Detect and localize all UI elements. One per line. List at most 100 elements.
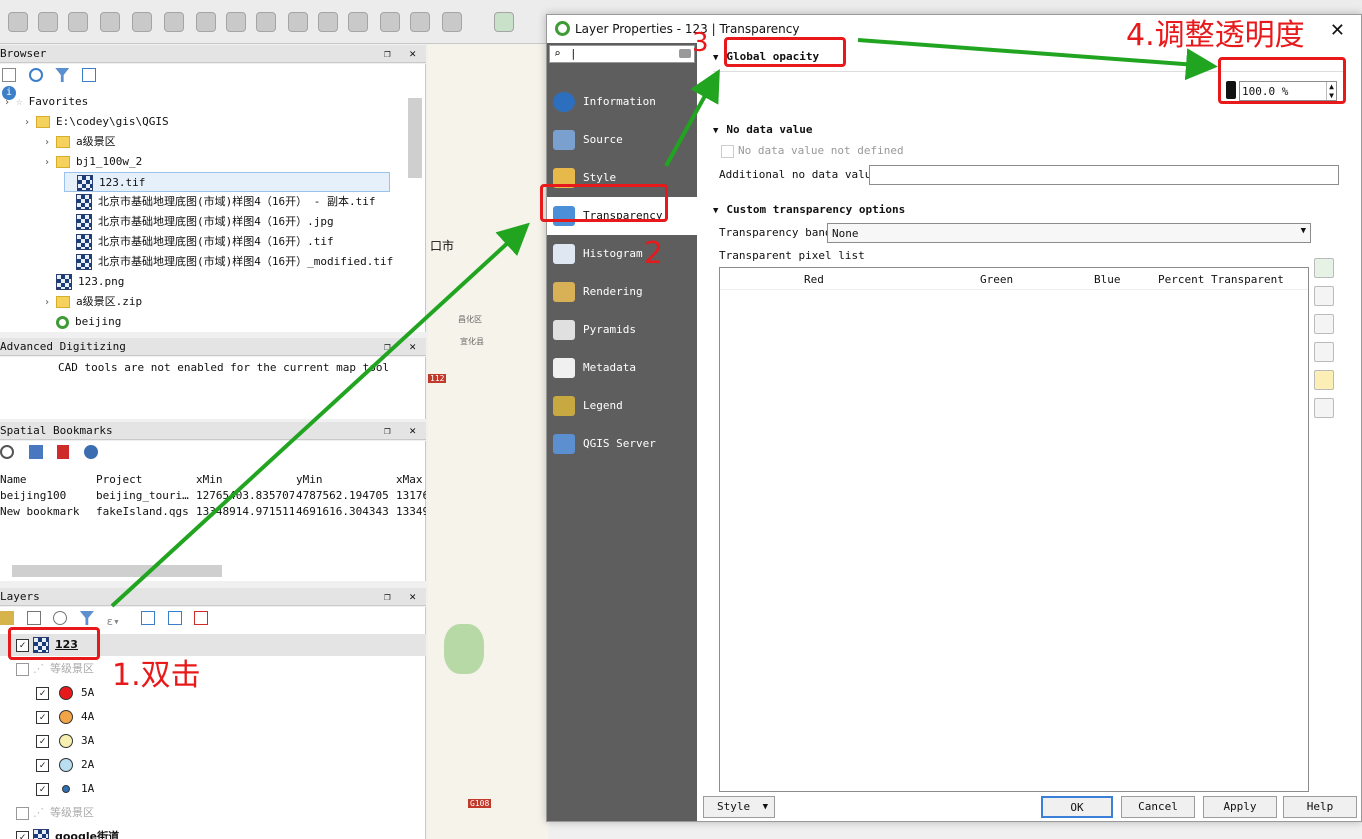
- chevron-icon[interactable]: ›: [24, 113, 36, 133]
- add-part-icon[interactable]: [132, 12, 152, 32]
- layer-item[interactable]: ⋰ 等级景区: [16, 657, 94, 681]
- browser-tree-item[interactable]: 123.tif: [64, 172, 390, 192]
- add-group-icon[interactable]: [26, 611, 41, 625]
- new-bookmark-icon[interactable]: [28, 445, 43, 459]
- layer-checkbox[interactable]: [16, 662, 29, 676]
- layer-checkbox[interactable]: ✓: [16, 830, 29, 839]
- clear-search-icon[interactable]: [679, 49, 691, 58]
- transparency-band-select[interactable]: None ▼: [827, 223, 1311, 243]
- delete-bookmark-icon[interactable]: [57, 445, 70, 459]
- split-parts-icon[interactable]: [318, 12, 338, 32]
- browser-tree-item[interactable]: 北京市基础地理底图(市域)样图4（16开）_modified.tif: [64, 252, 393, 272]
- layer-item[interactable]: ✓ google街道: [16, 825, 119, 839]
- add-pixel-value-icon[interactable]: [1314, 258, 1334, 278]
- merge-features-icon[interactable]: [348, 12, 368, 32]
- apply-button[interactable]: Apply: [1203, 796, 1277, 818]
- refresh-icon[interactable]: [28, 68, 43, 82]
- import-file-icon[interactable]: [1314, 370, 1334, 390]
- browser-tree-item[interactable]: 北京市基础地理底图(市域)样图4（16开） - 副本.tif: [64, 192, 375, 212]
- layers-dock-buttons[interactable]: ❐ ✕: [384, 588, 422, 606]
- adv-digitizing-dock-buttons[interactable]: ❐ ✕: [384, 338, 422, 356]
- no-data-checkbox-row[interactable]: No data value not defined: [721, 144, 904, 158]
- nav-item-information[interactable]: Information: [547, 83, 697, 121]
- default-values-icon[interactable]: [1314, 342, 1334, 362]
- bookmarks-cell[interactable]: 4787562.194705: [296, 489, 389, 502]
- layer-checkbox[interactable]: ✓: [36, 734, 49, 748]
- bookmarks-column-header[interactable]: Name: [0, 473, 27, 486]
- bookmarks-cell[interactable]: beijing100: [0, 489, 66, 502]
- column-header-red[interactable]: Red: [804, 273, 824, 286]
- sidebar-search-input[interactable]: ⌕ |: [549, 45, 695, 63]
- layer-item[interactable]: ✓ 3A: [36, 729, 94, 753]
- layer-style-icon[interactable]: [0, 611, 14, 625]
- browser-tree-item[interactable]: › ☆ Favorites: [4, 92, 88, 112]
- custom-transparency-header[interactable]: ▼ Custom transparency options: [713, 203, 905, 216]
- reshape-icon[interactable]: [226, 12, 246, 32]
- nav-item-source[interactable]: Source: [547, 121, 697, 159]
- browser-tree-item[interactable]: 北京市基础地理底图(市域)样图4（16开）.jpg: [64, 212, 334, 232]
- edit-shape-icon[interactable]: [68, 12, 88, 32]
- add-from-display-icon[interactable]: [1314, 286, 1334, 306]
- no-data-checkbox[interactable]: [721, 144, 734, 158]
- pixel-list-table[interactable]: Red Green Blue Percent Transparent: [719, 267, 1309, 792]
- nav-item-qgis-server[interactable]: QGIS Server: [547, 425, 697, 463]
- nav-item-metadata[interactable]: Metadata: [547, 349, 697, 387]
- browser-scrollbar[interactable]: [408, 98, 422, 178]
- bookmarks-column-header[interactable]: xMax: [396, 473, 423, 486]
- expand-all-icon[interactable]: [141, 611, 156, 625]
- column-header-percent-transparent[interactable]: Percent Transparent: [1158, 273, 1284, 286]
- layer-checkbox[interactable]: ✓: [36, 686, 49, 700]
- layer-item[interactable]: ⋰ 等级景区: [16, 801, 94, 825]
- bookmarks-cell[interactable]: fakeIsland.qgs: [96, 505, 189, 518]
- merge-attributes-icon[interactable]: [380, 12, 400, 32]
- close-icon[interactable]: ✕: [1330, 17, 1345, 45]
- offset-curve-icon[interactable]: [256, 12, 276, 32]
- nav-item-pyramids[interactable]: Pyramids: [547, 311, 697, 349]
- share-bookmark-icon[interactable]: [83, 445, 98, 459]
- browser-tree-item[interactable]: 123.png: [44, 272, 124, 292]
- no-data-header[interactable]: ▼ No data value: [713, 123, 813, 136]
- rotate-point-icon[interactable]: [410, 12, 430, 32]
- browser-tree-item[interactable]: 北京市基础地理底图(市域)样图4（16开）.tif: [64, 232, 334, 252]
- split-features-icon[interactable]: [288, 12, 308, 32]
- chart-icon[interactable]: [494, 12, 514, 32]
- bookmarks-cell[interactable]: 12765403.835707: [196, 489, 294, 502]
- browser-tree-item[interactable]: › a级景区.zip: [44, 292, 142, 312]
- bookmarks-cell[interactable]: New bookmark: [0, 505, 79, 518]
- layer-checkbox[interactable]: ✓: [36, 782, 49, 796]
- layer-checkbox[interactable]: ✓: [36, 758, 49, 772]
- delete-part-icon[interactable]: [196, 12, 216, 32]
- browser-tree-item[interactable]: › a级景区: [44, 132, 116, 152]
- add-selected-icon[interactable]: [2, 68, 16, 82]
- layer-item[interactable]: ✓ 1A: [36, 777, 94, 801]
- collapse-all-icon[interactable]: [81, 68, 96, 82]
- chevron-icon[interactable]: ›: [44, 133, 56, 153]
- digitize-icon[interactable]: [8, 12, 28, 32]
- bookmarks-column-header[interactable]: yMin: [296, 473, 323, 486]
- bookmarks-dock-buttons[interactable]: ❐ ✕: [384, 422, 422, 440]
- browser-tree-item[interactable]: › E:\codey\gis\QGIS: [24, 112, 169, 132]
- bookmarks-column-header[interactable]: xMin: [196, 473, 223, 486]
- layer-item[interactable]: ✓ 4A: [36, 705, 94, 729]
- collapse-all-layers-icon[interactable]: [167, 611, 182, 625]
- style-dropdown-button[interactable]: Style ▼: [703, 796, 775, 818]
- zoom-bookmark-icon[interactable]: [0, 445, 14, 459]
- nav-item-legend[interactable]: Legend: [547, 387, 697, 425]
- chevron-icon[interactable]: ›: [4, 93, 16, 113]
- layer-item[interactable]: ✓ 5A: [36, 681, 94, 705]
- bookmarks-cell[interactable]: 4691616.304343: [296, 505, 389, 518]
- remove-pixel-value-icon[interactable]: [1314, 314, 1334, 334]
- column-header-blue[interactable]: Blue: [1094, 273, 1121, 286]
- remove-layer-icon[interactable]: [194, 611, 209, 625]
- bookmarks-cell[interactable]: beijing_touri…: [96, 489, 189, 502]
- nav-item-rendering[interactable]: Rendering: [547, 273, 697, 311]
- browser-tree-item[interactable]: beijing: [44, 312, 121, 332]
- help-button[interactable]: Help: [1283, 796, 1357, 818]
- column-header-green[interactable]: Green: [980, 273, 1013, 286]
- nav-item-histogram[interactable]: Histogram: [547, 235, 697, 273]
- filter-icon[interactable]: [55, 68, 70, 82]
- bookmarks-hscrollbar[interactable]: [12, 565, 222, 577]
- delete-ring-icon[interactable]: [164, 12, 184, 32]
- additional-no-data-input[interactable]: [869, 165, 1339, 185]
- filter-expression-icon[interactable]: ε▾: [107, 615, 129, 629]
